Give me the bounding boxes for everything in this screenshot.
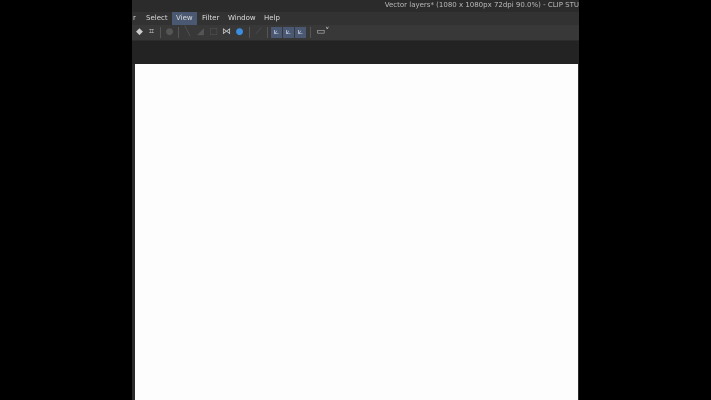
menu-item-filter[interactable]: Filter [198, 12, 223, 25]
divider [178, 27, 179, 38]
title-bar: Vector layers* (1080 x 1080px 72dpi 90.0… [132, 0, 579, 12]
divider [160, 27, 161, 38]
disabled-icon[interactable]: ● [164, 27, 175, 38]
tab-bar [132, 41, 579, 64]
flip-horizontal-icon[interactable]: ⋈ [221, 27, 232, 38]
pen-icon[interactable]: ⟋ [253, 27, 264, 38]
command-bar: ◆ ⌗ ● ╲ ◢ □ ⋈ ● ⟋ ⟀ ⟀ ⟀ ▭˅ [132, 25, 579, 41]
crop-icon[interactable]: ⌗ [146, 27, 157, 38]
divider [267, 27, 268, 38]
window-title: Vector layers* (1080 x 1080px 72dpi 90.0… [384, 1, 579, 9]
display-icon[interactable]: ▭˅ [315, 27, 331, 38]
color-icon[interactable]: ● [234, 27, 245, 38]
line-icon[interactable]: ╲ [182, 27, 193, 38]
divider [310, 27, 311, 38]
divider [249, 27, 250, 38]
menu-item-help[interactable]: Help [260, 12, 284, 25]
menu-item-view[interactable]: View [172, 12, 197, 25]
clip-studio-window: Vector layers* (1080 x 1080px 72dpi 90.0… [132, 0, 579, 400]
menu-item-window[interactable]: Window [224, 12, 260, 25]
gradient-icon[interactable]: ◢ [195, 27, 206, 38]
menu-item-select[interactable]: Select [142, 12, 172, 25]
ruler-snap-icon[interactable]: ⟀ [271, 27, 282, 38]
menu-bar: r Select View Filter Window Help ➤ [132, 12, 579, 40]
menu-item-partial[interactable]: r [132, 12, 140, 25]
drawing-canvas[interactable] [135, 64, 578, 400]
ruler-snap-2-icon[interactable]: ⟀ [283, 27, 294, 38]
square-icon[interactable]: □ [208, 27, 219, 38]
fill-icon[interactable]: ◆ [134, 27, 145, 38]
ruler-snap-3-icon[interactable]: ⟀ [295, 27, 306, 38]
